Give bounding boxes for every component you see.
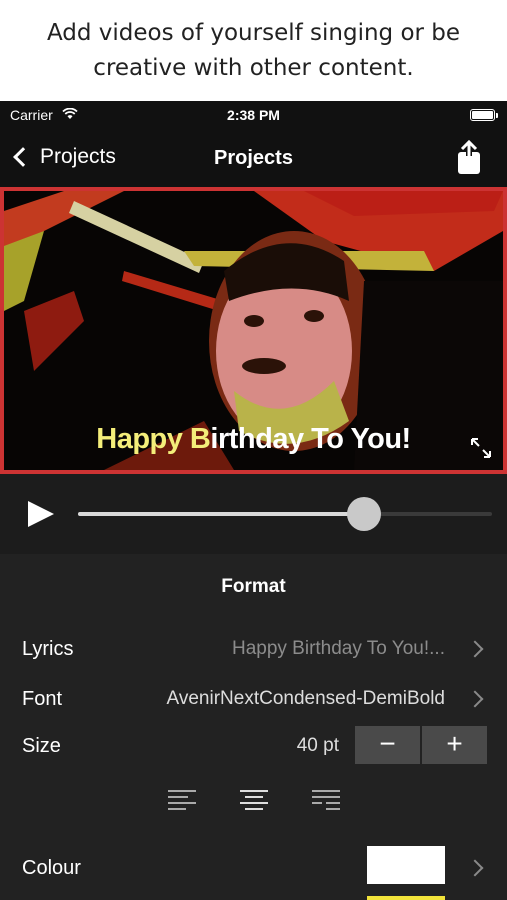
colour-row[interactable]: Colour <box>0 844 507 892</box>
lyric-overlay-text: Happy Birthday To You! <box>96 423 411 455</box>
text-wrap-icon[interactable] <box>312 790 340 812</box>
decrease-size-button[interactable]: − <box>355 726 420 764</box>
navigation-bar: Projects Projects <box>0 129 507 187</box>
video-frame: Happy Birthday To You! <box>4 191 503 470</box>
increase-size-button[interactable]: + <box>422 726 487 764</box>
play-icon[interactable] <box>28 501 54 527</box>
font-label: Font <box>22 687 63 710</box>
colour-swatch[interactable] <box>367 846 445 884</box>
video-preview[interactable]: Happy Birthday To You! <box>0 187 507 474</box>
lyrics-row[interactable]: Lyrics Happy Birthday To You!... <box>0 625 507 673</box>
share-icon <box>458 139 480 174</box>
lyric-overlay: Happy Birthday To You! <box>4 423 503 456</box>
align-left-icon[interactable] <box>168 790 196 812</box>
size-value: 40 pt <box>296 735 339 756</box>
player-controls <box>0 474 507 554</box>
size-row: Size 40 pt − + <box>0 722 507 770</box>
lyrics-label: Lyrics <box>22 637 74 660</box>
align-center-icon[interactable] <box>240 790 268 812</box>
size-label: Size <box>22 734 61 757</box>
format-panel: Format Lyrics Happy Birthday To You!... … <box>0 554 507 900</box>
scrubber-thumb[interactable] <box>346 497 381 531</box>
status-bar: Carrier 2:38 PM <box>0 101 507 129</box>
battery-icon <box>470 109 498 121</box>
alignment-controls <box>0 780 507 820</box>
share-button[interactable] <box>455 139 483 176</box>
nav-title: Projects <box>214 147 293 169</box>
next-colour-swatch <box>367 896 445 900</box>
format-title: Format <box>221 576 286 597</box>
lyrics-value: Happy Birthday To You!... <box>231 638 445 659</box>
scrubber-track[interactable] <box>78 497 492 531</box>
caption-line-2: creative with other content. <box>93 55 414 81</box>
chevron-right-icon <box>466 690 484 708</box>
chevron-right-icon <box>466 859 484 877</box>
phone-screen: Carrier 2:38 PM Projects Projects Happy … <box>0 101 507 900</box>
promo-caption: Add videos of yourself singing or be cre… <box>0 0 507 101</box>
chevron-right-icon <box>466 640 484 658</box>
caption-line-1: Add videos of yourself singing or be <box>46 20 461 46</box>
font-value: AvenirNextCondensed-DemiBold <box>166 688 445 709</box>
scrubber-progress <box>78 512 364 516</box>
expand-icon[interactable] <box>469 436 493 460</box>
size-stepper: − + <box>355 726 487 764</box>
status-time: 2:38 PM <box>227 107 280 123</box>
font-row[interactable]: Font AvenirNextCondensed-DemiBold <box>0 675 507 723</box>
colour-label: Colour <box>22 856 81 879</box>
